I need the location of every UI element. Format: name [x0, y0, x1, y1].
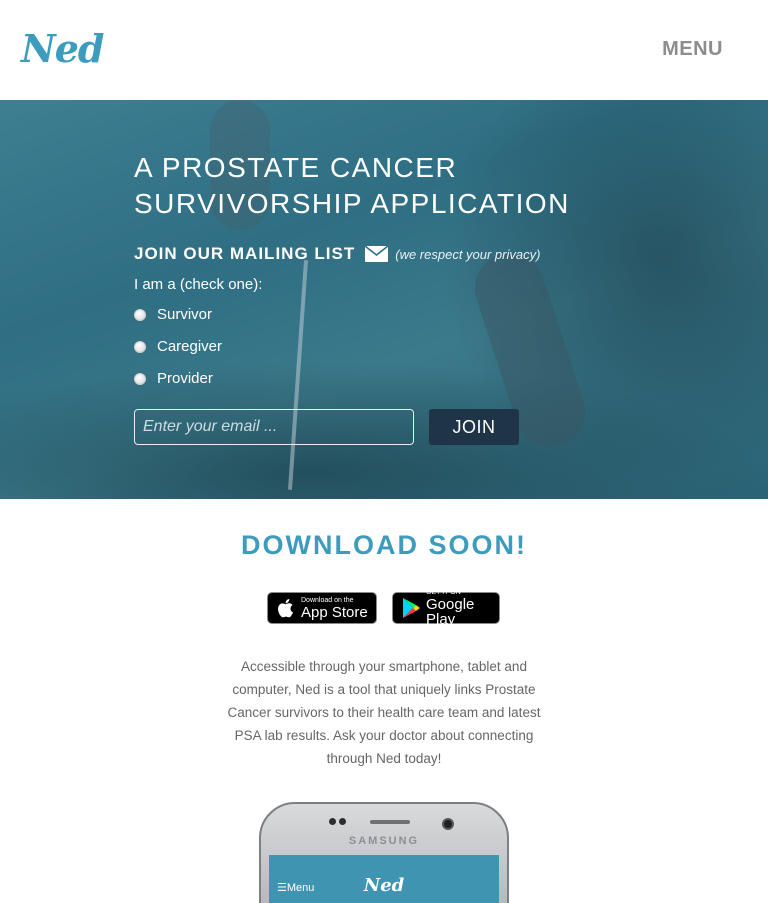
radio-survivor[interactable]: Survivor [134, 306, 212, 323]
google-play-label: Google Play [426, 596, 475, 628]
site-header: Ned MENU [0, 0, 768, 100]
app-store-label: App Store [301, 603, 368, 621]
app-store-button[interactable]: Download on the App Store [267, 592, 377, 624]
join-button[interactable]: JOIN [429, 409, 519, 445]
logo[interactable]: Ned [21, 27, 104, 71]
app-description: Accessible through your smartphone, tabl… [227, 659, 541, 766]
google-play-text: GET IT ON Google Play [426, 589, 499, 627]
google-play-small-label: GET IT ON [426, 589, 461, 596]
download-title: DOWNLOAD SOON! [241, 530, 527, 560]
hero-title: A PROSTATE CANCER SURVIVORSHIP APPLICATI… [134, 152, 570, 219]
phone-screen-logo: Ned [363, 875, 405, 896]
radio-button[interactable] [134, 372, 146, 385]
phone-sensor [339, 818, 346, 825]
app-store-text: Download on the App Store [301, 597, 368, 620]
apple-icon [276, 597, 296, 619]
radio-label: Provider [157, 370, 213, 387]
radio-caregiver[interactable]: Caregiver [134, 338, 222, 355]
privacy-note: (we respect your privacy) [395, 246, 541, 262]
email-input[interactable] [134, 409, 414, 445]
role-prompt: I am a (check one): [134, 276, 263, 293]
radio-provider[interactable]: Provider [134, 370, 213, 387]
mail-icon [364, 245, 389, 262]
radio-label: Caregiver [157, 338, 223, 355]
radio-label: Survivor [157, 306, 213, 323]
phone-brand: SAMSUNG [348, 835, 420, 847]
phone-sensor [329, 818, 336, 825]
mailing-list-heading: JOIN OUR MAILING LIST (we respect your p… [134, 242, 540, 266]
phone-mockup: SAMSUNG ☰Menu Ned [259, 802, 509, 903]
phone-camera-icon [442, 818, 454, 830]
phone-speaker [370, 820, 410, 824]
hero-section: A PROSTATE CANCER SURVIVORSHIP APPLICATI… [0, 100, 768, 499]
radio-button[interactable] [134, 340, 146, 353]
phone-screen: ☰Menu Ned [269, 855, 499, 903]
mailing-list-title: JOIN OUR MAILING LIST [134, 244, 356, 263]
radio-button[interactable] [134, 308, 146, 321]
google-play-icon [401, 597, 421, 619]
google-play-button[interactable]: GET IT ON Google Play [392, 589, 500, 627]
app-store-small-label: Download on the [301, 596, 354, 604]
menu-button[interactable]: MENU [662, 38, 723, 61]
